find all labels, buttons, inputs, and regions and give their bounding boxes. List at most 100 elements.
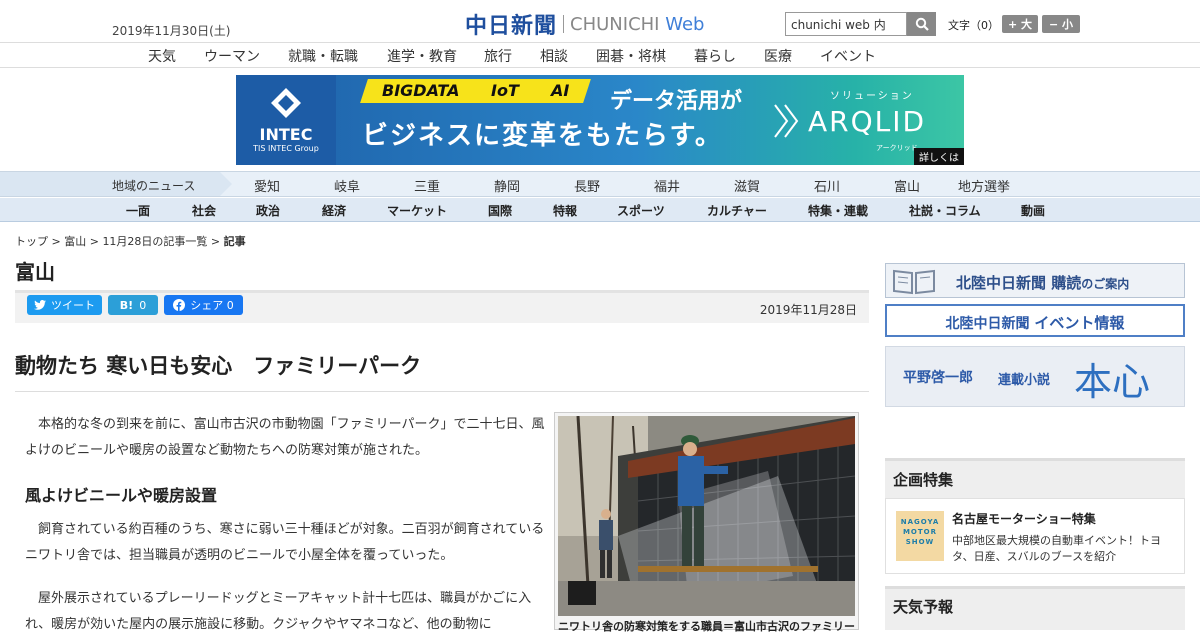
ad-badges: BIGDATA IoT AI [360,79,592,103]
facebook-icon [173,299,186,311]
region-item[interactable]: 三重 [414,176,440,195]
tweet-button[interactable]: ツイート [27,295,102,315]
region-nav: 地域のニュース 愛知 岐阜 三重 静岡 長野 福井 滋賀 石川 富山 地方選挙 [0,171,1200,197]
share-bar: ツイート B! 0 シェア 0 2019年11月28日 [15,290,869,323]
category-item[interactable]: 特集・連載 [808,202,868,219]
service-nav: 天気 ウーマン 就職・転職 進学・教育 旅行 相談 囲碁・将棋 暮らし 医療 イ… [0,42,1200,68]
facebook-share-button[interactable]: シェア 0 [164,295,243,315]
kikaku-thumbnail: NAGOYA MOTOR SHOW [896,511,944,561]
ad-company-name: INTEC [259,125,313,144]
current-date: 2019年11月30日(土) [112,24,231,38]
double-chevron-icon [774,104,799,138]
search-button[interactable] [907,12,936,36]
category-item[interactable]: 一面 [126,202,150,219]
photo-image [558,416,855,616]
category-item[interactable]: カルチャー [707,202,767,219]
novel-banner[interactable]: 平野啓一郎 連載小説 本心 [885,346,1185,407]
subscription-banner[interactable]: 北陸中日新聞 購読のご案内 [885,263,1185,298]
ad-badge: AI [529,79,592,103]
ad-line1: データ活用が [610,89,743,114]
category-item[interactable]: 政治 [256,202,280,219]
twitter-bird-icon [34,300,46,310]
category-item[interactable]: スポーツ [617,202,665,219]
article-photo[interactable]: ニワトリ舎の防寒対策をする職員＝富山市古沢のファミリーパークで [554,412,859,633]
category-item[interactable]: 特報 [553,202,577,219]
facebook-label: シェア [190,299,224,312]
subscription-text: 北陸中日新聞 購読のご案内 [956,274,1130,292]
logo-divider [563,15,565,33]
category-item[interactable]: 経済 [322,202,346,219]
region-nav-label: 地域のニュース [0,172,220,196]
breadcrumb: トップ > 富山 > 11月28日の記事一覧 > 記事 [15,233,246,249]
article-paragraph: 本格的な冬の到来を前に、富山市古沢の市動物園「ファミリーパーク」で二十七日、風よ… [25,417,545,458]
category-item[interactable]: 社会 [192,202,216,219]
ad-company-logo: INTEC TIS INTEC Group [236,75,336,165]
ad-banner[interactable]: INTEC TIS INTEC Group BIGDATA IoT AI データ… [236,75,964,165]
site-logo[interactable]: 中日新聞 CHUNICHI Web [465,8,704,40]
article-paragraph: 屋外展示されているプレーリードッグとミーアキャット計十七匹は、職員がかごに入れ、… [25,591,532,632]
search-icon [915,17,929,31]
article-headline: 動物たち 寒い日も安心 ファミリーパーク [15,354,422,378]
nav-item[interactable]: 就職・転職 [288,46,358,66]
nav-item[interactable]: イベント [820,46,876,66]
region-item[interactable]: 長野 [574,176,600,195]
tweet-label: ツイート [51,299,95,312]
region-item[interactable]: 静岡 [494,176,520,195]
novel-author: 平野啓一郎 [903,370,973,386]
nav-item[interactable]: 旅行 [484,46,512,66]
breadcrumb-sep: > [48,235,65,248]
region-item[interactable]: 富山 [894,176,920,195]
logo-jp: 中日新聞 [465,13,558,39]
breadcrumb-current: 記事 [223,235,246,248]
breadcrumb-region[interactable]: 富山 [64,235,86,248]
article-date: 2019年11月28日 [759,303,857,317]
hatena-b-icon: B! [119,298,134,312]
kikaku-heading: 企画特集 [885,458,1185,498]
ad-line2: ビジネスに変革をもたらす。 [362,121,723,151]
ad-more-link[interactable]: 詳しくは [914,148,964,165]
site-header: 2019年11月30日(土) 中日新聞 CHUNICHI Web 文字（0） +… [0,0,1200,42]
weather-heading: 天気予報 [885,586,1185,630]
breadcrumb-sep: > [86,235,103,248]
nav-item[interactable]: 囲碁・将棋 [596,46,666,66]
category-item[interactable]: 国際 [488,202,512,219]
kikaku-item[interactable]: NAGOYA MOTOR SHOW 名古屋モーターショー特集 中部地区最大規模の… [885,498,1185,574]
region-item[interactable]: 滋賀 [734,176,760,195]
nav-item[interactable]: 天気 [148,46,176,66]
font-smaller-button[interactable]: − 小 [1042,15,1080,33]
breadcrumb-sep: > [207,235,224,248]
nav-item[interactable]: 医療 [764,46,792,66]
category-nav: 一面 社会 政治 経済 マーケット 国際 特報 スポーツ カルチャー 特集・連載… [0,198,1200,222]
event-info-banner[interactable]: 北陸中日新聞 イベント情報 [885,304,1185,337]
kikaku-item-title[interactable]: 名古屋モーターショー特集 [952,510,1096,527]
font-larger-button[interactable]: + 大 [1002,15,1038,33]
breadcrumb-top[interactable]: トップ [15,235,48,248]
region-item[interactable]: 石川 [814,176,840,195]
article-paragraph: 飼育されている約百種のうち、寒さに弱い三十種ほどが対象。二百羽が飼育されているニ… [25,522,545,563]
nav-item[interactable]: 相談 [540,46,568,66]
novel-title: 本心 [1074,360,1151,404]
ad-solution-label: ソリューション [830,91,914,102]
region-item[interactable]: 地方選挙 [958,176,1010,195]
page-title: 富山 [15,260,55,284]
book-icon [893,269,935,295]
region-item[interactable]: 岐阜 [334,176,360,195]
region-item[interactable]: 福井 [654,176,680,195]
kikaku-item-desc: 中部地区最大規模の自動車イベント！トヨタ、日産、スバルのブースを紹介 [952,534,1161,563]
nav-item[interactable]: 暮らし [694,46,736,66]
photo-caption: ニワトリ舎の防寒対策をする職員＝富山市古沢のファミリーパークで [558,620,855,633]
nav-item[interactable]: ウーマン [204,46,260,66]
breadcrumb-list[interactable]: 11月28日の記事一覧 [102,235,207,248]
arrow-divider-icon [220,172,232,196]
hatena-bookmark-button[interactable]: B! 0 [108,295,158,315]
search-input[interactable] [785,12,907,36]
category-item[interactable]: 社説・コラム [909,202,981,219]
category-item[interactable]: マーケット [387,202,447,219]
hatena-count: 0 [139,298,147,312]
region-item[interactable]: 愛知 [254,176,280,195]
category-item[interactable]: 動画 [1021,202,1045,219]
headline-divider [15,391,869,392]
facebook-count: 0 [226,298,234,312]
intec-diamond-icon [271,88,301,118]
nav-item[interactable]: 進学・教育 [387,46,457,66]
